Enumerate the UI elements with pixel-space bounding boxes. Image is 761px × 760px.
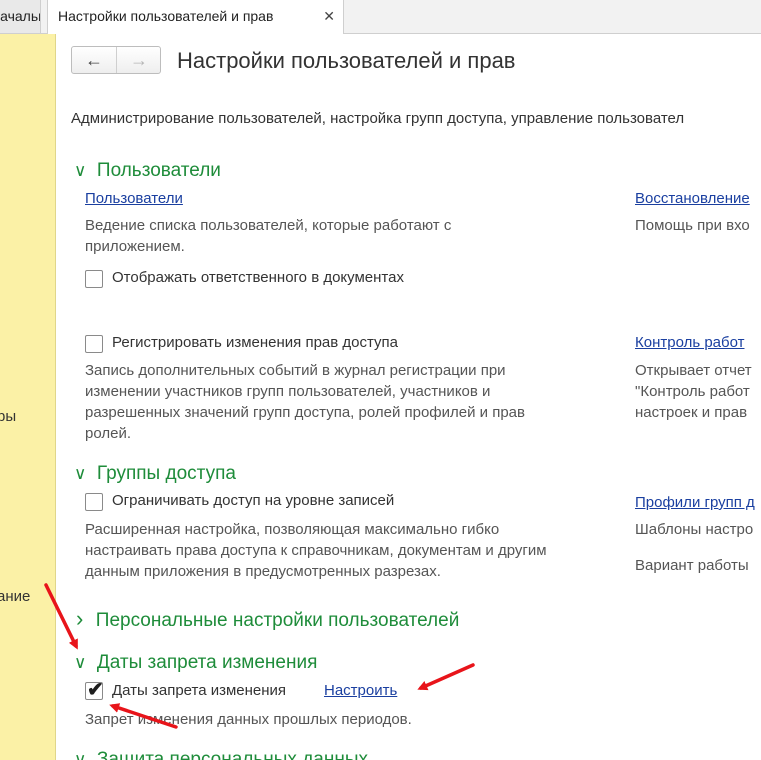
sidebar: ры ание xyxy=(0,34,56,760)
section-users-header[interactable]: ∨ Пользователи xyxy=(74,160,221,182)
record-level-checkbox[interactable] xyxy=(85,493,103,511)
tab-bar: Начальная страница Настройки пользовател… xyxy=(0,0,761,34)
nav-buttons: ← → xyxy=(71,46,161,74)
chevron-down-icon: ∨ xyxy=(74,653,87,672)
section-personal-data-title: Защита персональных данных xyxy=(96,749,368,760)
configure-link[interactable]: Настроить xyxy=(324,682,397,699)
tab-user-settings-label: Настройки пользователей и прав xyxy=(58,8,274,24)
register-desc-2: изменении участников групп пользователей… xyxy=(85,383,491,400)
main-content: ← → Настройки пользователей и прав Админ… xyxy=(56,34,761,760)
control-desc-2: "Контроль работ xyxy=(635,383,750,400)
arrow-left-icon: ← xyxy=(85,50,103,70)
sidebar-item-tech[interactable]: ры xyxy=(0,408,16,425)
checkmark-icon: ✔ xyxy=(87,679,104,701)
record-desc-3: данным приложения в предусмотренных разр… xyxy=(85,563,441,580)
section-access-title: Группы доступа xyxy=(96,463,236,484)
restore-link[interactable]: Восстановление xyxy=(635,190,750,207)
back-button[interactable]: ← xyxy=(72,47,117,73)
section-dates-header[interactable]: ∨ Даты запрета изменения xyxy=(74,652,317,674)
section-users-title: Пользователи xyxy=(96,160,221,181)
register-checkbox[interactable] xyxy=(85,335,103,353)
record-level-checkbox-label[interactable]: Ограничивать доступ на уровне записей xyxy=(112,492,394,509)
sidebar-item-tech-label: ры xyxy=(0,408,17,425)
close-icon[interactable]: ✕ xyxy=(323,0,335,32)
record-desc-2: настраивать права доступа к справочникам… xyxy=(85,542,547,559)
tab-home[interactable]: Начальная страница xyxy=(0,0,41,33)
section-personal-title: Персональные настройки пользователей xyxy=(95,610,460,631)
section-personal-data-header[interactable]: ∨ Защита персональных данных xyxy=(74,749,368,760)
sidebar-item-admin[interactable]: ание xyxy=(0,588,30,605)
section-access-header[interactable]: ∨ Группы доступа xyxy=(74,463,236,485)
chevron-down-icon: ∨ xyxy=(74,161,87,180)
control-link[interactable]: Контроль работ xyxy=(635,334,744,351)
page-title: Настройки пользователей и прав xyxy=(177,48,516,73)
register-desc-3: разрешенных значений групп доступа, роле… xyxy=(85,404,525,421)
tab-home-label: Начальная страница xyxy=(0,8,40,24)
users-link[interactable]: Пользователи xyxy=(85,190,183,207)
register-checkbox-label[interactable]: Регистрировать изменения прав доступа xyxy=(112,334,398,351)
chevron-down-icon: ∨ xyxy=(74,464,87,483)
chevron-right-icon: › xyxy=(76,606,84,631)
section-dates-title: Даты запрета изменения xyxy=(96,652,318,673)
register-desc-4: ролей. xyxy=(85,425,131,442)
arrow-right-icon: → xyxy=(130,50,148,70)
control-desc-3: настроек и прав xyxy=(635,404,748,421)
control-desc-1: Открывает отчет xyxy=(635,362,752,379)
register-desc-1: Запись дополнительных событий в журнал р… xyxy=(85,362,506,379)
section-personal-header[interactable]: › Персональные настройки пользователей xyxy=(76,606,459,632)
tab-user-settings[interactable]: Настройки пользователей и прав ✕ xyxy=(47,0,344,34)
sidebar-item-admin-label: ание xyxy=(0,588,31,605)
responsible-checkbox-label[interactable]: Отображать ответственного в документах xyxy=(112,269,404,286)
restore-desc: Помощь при вхо xyxy=(635,217,750,234)
variant-label: Вариант работы xyxy=(635,557,749,574)
users-desc-1: Ведение списка пользователей, которые ра… xyxy=(85,217,452,234)
dates-checkbox-label[interactable]: Даты запрета изменения xyxy=(112,682,286,699)
record-desc-1: Расширенная настройка, позволяющая макси… xyxy=(85,521,500,538)
profiles-desc: Шаблоны настро xyxy=(635,521,754,538)
dates-desc: Запрет изменения данных прошлых периодов… xyxy=(85,711,412,728)
forward-button[interactable]: → xyxy=(117,47,161,73)
profiles-link[interactable]: Профили групп д xyxy=(635,494,755,511)
page-description: Администрирование пользователей, настрой… xyxy=(71,110,685,127)
users-desc-2: приложением. xyxy=(85,238,185,255)
responsible-checkbox[interactable] xyxy=(85,270,103,288)
dates-checkbox[interactable]: ✔ xyxy=(85,679,104,701)
chevron-down-icon: ∨ xyxy=(74,750,87,760)
